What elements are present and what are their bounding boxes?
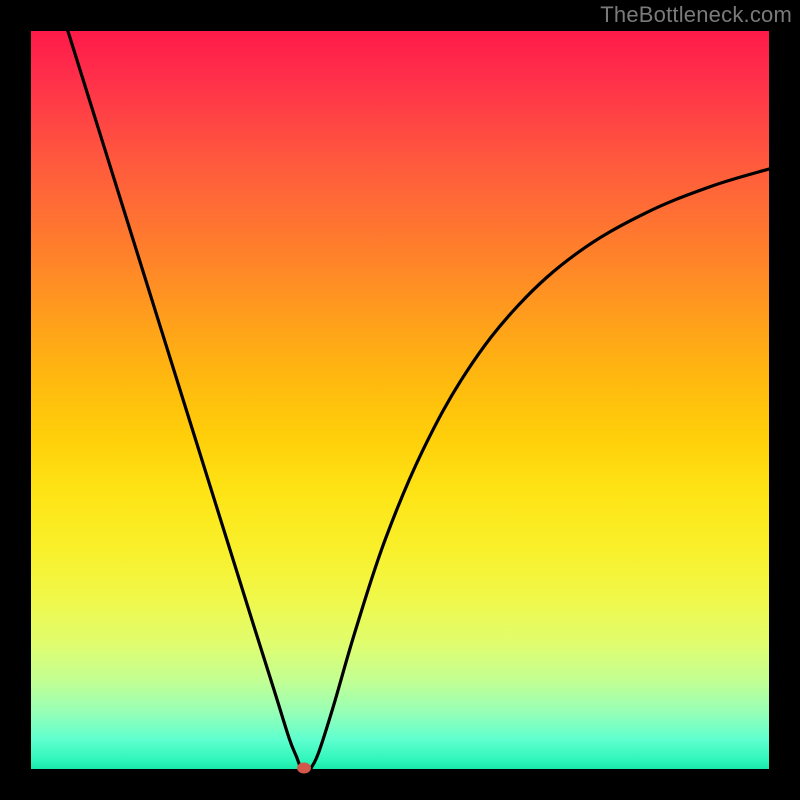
bottleneck-curve [31,31,769,769]
plot-area [31,31,769,769]
curve-right-branch [311,169,769,768]
optimal-point-marker [297,762,311,773]
watermark-text: TheBottleneck.com [600,2,792,28]
curve-left-branch [68,31,300,768]
chart-frame: TheBottleneck.com [0,0,800,800]
